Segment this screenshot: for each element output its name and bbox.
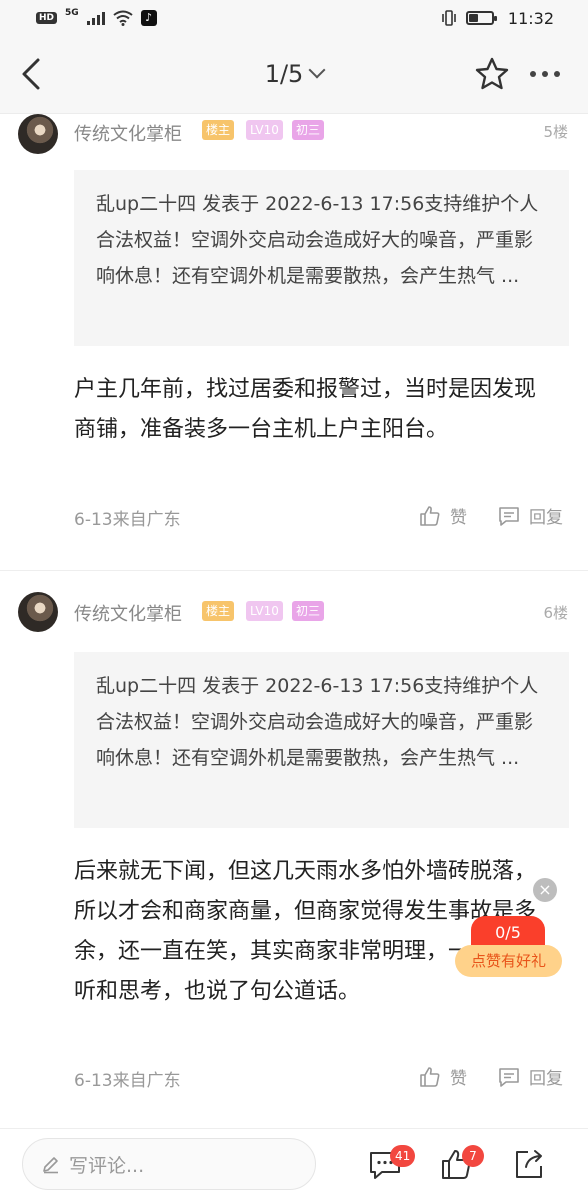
wifi-icon: [113, 10, 133, 26]
floor-number: 5楼: [543, 123, 568, 141]
like-button[interactable]: 赞: [418, 503, 467, 528]
post-meta: 6-13来自广东: [74, 1071, 181, 1091]
top-nav-bar: 1/5: [0, 36, 588, 114]
author-name[interactable]: 传统文化掌柜: [74, 600, 182, 626]
gift-close-button[interactable]: ×: [533, 878, 557, 902]
page-indicator-label: 1/5: [264, 60, 304, 88]
status-bar: HD 5G ♪ 11:32: [0, 0, 588, 36]
comment-count-badge: 41: [390, 1145, 416, 1167]
post-divider: [0, 570, 588, 571]
reply-button[interactable]: 回复: [497, 1064, 563, 1089]
status-left: HD 5G ♪: [36, 8, 157, 26]
quoted-post[interactable]: 乱up二十四 发表于 2022-6-13 17:56支持维护个人合法权益！空调外…: [74, 170, 569, 346]
thumbs-up-icon: [420, 505, 440, 526]
comment-icon: [499, 1067, 519, 1087]
like-button[interactable]: 赞: [418, 1064, 467, 1089]
comment-input[interactable]: 写评论...: [22, 1138, 316, 1190]
grade-badge: 初三: [292, 120, 325, 140]
comment-placeholder: 写评论...: [69, 1154, 145, 1177]
status-time: 11:32: [507, 8, 554, 28]
reply-label: 回复: [529, 508, 563, 528]
bottom-action-bar: 写评论... 41 7: [0, 1128, 588, 1200]
quoted-post[interactable]: 乱up二十四 发表于 2022-6-13 17:56支持维护个人合法权益！空调外…: [74, 652, 569, 828]
pencil-icon: [43, 1157, 58, 1174]
level-badge: LV10: [246, 601, 283, 621]
signal-icon: [86, 11, 105, 25]
like-label: 赞: [450, 1069, 467, 1089]
grade-badge: 初三: [292, 601, 325, 621]
comment-icon: [499, 506, 519, 526]
post-6: 传统文化掌柜 楼主 LV10 初三 6楼 乱up二十四 发表于 2022-6-1…: [0, 592, 588, 1112]
chevron-down-icon: [308, 61, 326, 79]
post-meta: 6-13来自广东: [74, 510, 181, 530]
floor-number: 6楼: [543, 604, 568, 622]
favorite-star-icon[interactable]: [474, 56, 510, 92]
battery-icon: [465, 11, 497, 25]
like-count-badge: 7: [462, 1145, 484, 1167]
reply-button[interactable]: 回复: [497, 503, 563, 528]
like-label: 赞: [450, 508, 467, 528]
owner-badge: 楼主: [202, 601, 235, 621]
level-badge: LV10: [246, 120, 283, 140]
thumbs-up-icon: [420, 1066, 440, 1087]
avatar[interactable]: [18, 592, 58, 632]
owner-badge: 楼主: [202, 120, 235, 140]
post-5: 传统文化掌柜 楼主 LV10 初三 5楼 乱up二十四 发表于 2022-6-1…: [0, 114, 588, 570]
author-name[interactable]: 传统文化掌柜: [74, 120, 182, 146]
gift-promo-button[interactable]: 点赞有好礼: [455, 945, 562, 977]
hd-indicator: HD: [36, 12, 58, 24]
network-label: 5G: [65, 8, 79, 18]
reply-label: 回复: [529, 1069, 563, 1089]
post-content: 户主几年前，找过居委和报警过，当时是因发现商铺，准备装多一台主机上户主阳台。: [74, 377, 537, 442]
status-right: 11:32: [440, 9, 554, 28]
vibrate-icon: [442, 10, 456, 26]
more-options-icon[interactable]: [530, 71, 560, 77]
tiktok-icon: ♪: [140, 10, 157, 26]
share-icon[interactable]: [512, 1147, 546, 1181]
avatar[interactable]: [18, 114, 58, 154]
